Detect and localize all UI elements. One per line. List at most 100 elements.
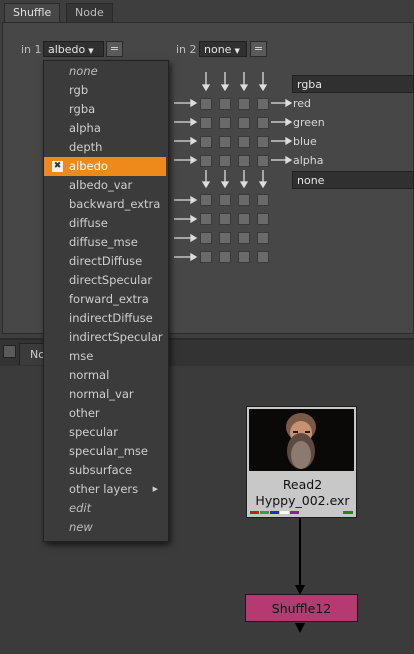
dropdown-item[interactable]: normal: [44, 366, 166, 385]
matrix-checkbox[interactable]: [238, 136, 250, 148]
matrix-checkbox[interactable]: [238, 155, 250, 167]
layer-dropdown-menu: none rgb rgba alpha depth ✖ albedo albedo_var ba…: [43, 60, 169, 542]
matrix-checkbox[interactable]: [257, 117, 269, 129]
dropdown-item[interactable]: indirectSpecular: [44, 328, 166, 347]
matrix-checkbox[interactable]: [219, 213, 231, 225]
dropdown-item[interactable]: diffuse: [44, 214, 166, 233]
pane-menu-icon[interactable]: [3, 345, 16, 358]
dropdown-item-label: rgba: [69, 102, 96, 116]
matrix-checkbox[interactable]: [200, 136, 212, 148]
channel-green-indicator: [260, 511, 269, 514]
matrix-checkbox[interactable]: [238, 213, 250, 225]
matrix-checkbox[interactable]: [200, 155, 212, 167]
matrix-checkbox[interactable]: [219, 136, 231, 148]
dropdown-item[interactable]: specular: [44, 423, 166, 442]
in1-equals-button[interactable]: =: [106, 41, 123, 57]
tab-node[interactable]: Node: [66, 3, 113, 22]
dropdown-item-label: forward_extra: [69, 292, 149, 306]
dropdown-item-label: indirectSpecular: [69, 330, 163, 344]
dropdown-item[interactable]: other layers ▶: [44, 480, 166, 499]
channel-output-indicator: [343, 511, 353, 514]
matrix-checkbox[interactable]: [219, 117, 231, 129]
in2-equals-button[interactable]: =: [250, 41, 267, 57]
matrix-checkbox[interactable]: [257, 98, 269, 110]
matrix-checkbox[interactable]: [238, 232, 250, 244]
dropdown-item[interactable]: directSpecular: [44, 271, 166, 290]
dropdown-item[interactable]: edit: [44, 499, 166, 518]
dropdown-item-label: normal_var: [69, 387, 134, 401]
matrix-checkbox[interactable]: [200, 213, 212, 225]
dropdown-item-label: subsurface: [69, 463, 133, 477]
dropdown-item[interactable]: rgba: [44, 100, 166, 119]
in2-layer-dropdown[interactable]: none ▼: [199, 41, 247, 57]
matrix-checkbox[interactable]: [219, 232, 231, 244]
channel-alpha-indicator: [280, 511, 289, 514]
matrix-checkbox[interactable]: [200, 117, 212, 129]
matrix-checkbox[interactable]: [257, 194, 269, 206]
dropdown-item[interactable]: other: [44, 404, 166, 423]
in1-label: in 1: [21, 43, 42, 56]
selected-check-icon: ✖: [52, 161, 63, 172]
dropdown-item[interactable]: none: [44, 62, 166, 81]
matrix-checkbox[interactable]: [238, 98, 250, 110]
read-node-title: Read2: [282, 477, 323, 492]
dropdown-item[interactable]: ✖ albedo: [44, 157, 166, 176]
dropdown-item[interactable]: backward_extra: [44, 195, 166, 214]
out-channel-red: red: [293, 97, 312, 110]
out2-value: none: [297, 174, 325, 187]
out1-layer-dropdown[interactable]: rgba: [292, 75, 414, 93]
matrix-checkbox[interactable]: [219, 194, 231, 206]
read-node-filename: Hyppy_002.exr: [255, 493, 350, 508]
matrix-checkbox[interactable]: [219, 251, 231, 263]
tab-shuffle[interactable]: Shuffle: [4, 3, 61, 23]
dropdown-item-label: new: [69, 520, 93, 534]
dropdown-item[interactable]: specular_mse: [44, 442, 166, 461]
in1-layer-dropdown[interactable]: albedo ▼: [43, 41, 104, 57]
out-channel-green: green: [293, 116, 325, 129]
matrix-checkbox[interactable]: [238, 117, 250, 129]
matrix-checkbox[interactable]: [200, 194, 212, 206]
dropdown-item-label: albedo: [69, 159, 108, 173]
dropdown-item-label: none: [69, 64, 98, 78]
matrix-checkbox[interactable]: [200, 232, 212, 244]
matrix-checkbox[interactable]: [219, 98, 231, 110]
dropdown-item[interactable]: rgb: [44, 81, 166, 100]
matrix-checkbox[interactable]: [257, 136, 269, 148]
in1-value: albedo: [48, 43, 86, 56]
dropdown-item[interactable]: forward_extra: [44, 290, 166, 309]
matrix-checkbox[interactable]: [200, 98, 212, 110]
dropdown-item[interactable]: indirectDiffuse: [44, 309, 166, 328]
dropdown-item[interactable]: alpha: [44, 119, 166, 138]
dropdown-item[interactable]: mse: [44, 347, 166, 366]
matrix-checkbox[interactable]: [257, 232, 269, 244]
dropdown-item[interactable]: directDiffuse: [44, 252, 166, 271]
dropdown-item[interactable]: albedo_var: [44, 176, 166, 195]
read-node[interactable]: Read2 Hyppy_002.exr: [246, 406, 357, 518]
matrix-checkbox[interactable]: [257, 155, 269, 167]
chevron-down-icon: ▼: [88, 47, 94, 55]
matrix-checkbox[interactable]: [257, 251, 269, 263]
dropdown-item[interactable]: normal_var: [44, 385, 166, 404]
dropdown-item[interactable]: subsurface: [44, 461, 166, 480]
out2-layer-dropdown[interactable]: none: [292, 171, 414, 189]
dropdown-item-label: directSpecular: [69, 273, 153, 287]
matrix-checkbox[interactable]: [200, 251, 212, 263]
chevron-down-icon: ▼: [234, 47, 240, 55]
dropdown-item-label: other: [69, 406, 100, 420]
dropdown-item-label: diffuse_mse: [69, 235, 138, 249]
dropdown-item-label: directDiffuse: [69, 254, 143, 268]
matrix-checkbox[interactable]: [219, 155, 231, 167]
shuffle-matrix-arrows: [174, 72, 293, 262]
matrix-checkbox[interactable]: [257, 213, 269, 225]
dropdown-item[interactable]: depth: [44, 138, 166, 157]
dropdown-item-label: edit: [69, 501, 92, 515]
shuffle-node-title: Shuffle12: [271, 601, 332, 616]
channel-blue-indicator: [270, 511, 279, 514]
matrix-checkbox[interactable]: [238, 194, 250, 206]
matrix-checkbox[interactable]: [238, 251, 250, 263]
dropdown-item-label: alpha: [69, 121, 101, 135]
shuffle-node[interactable]: Shuffle12: [245, 594, 358, 622]
dropdown-item[interactable]: new: [44, 518, 166, 537]
dropdown-item[interactable]: diffuse_mse: [44, 233, 166, 252]
dropdown-item-label: depth: [69, 140, 103, 154]
